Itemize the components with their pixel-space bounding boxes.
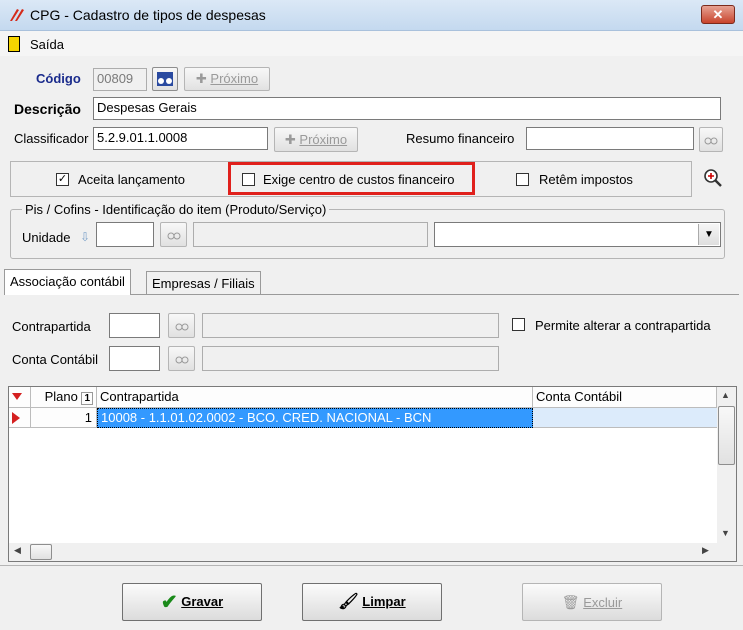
pis-group-title: Pis / Cofins - Identificação do item (Pr… [22, 202, 330, 217]
menu-saida[interactable]: Saída [30, 37, 64, 52]
contrapartida-field[interactable] [109, 313, 160, 338]
scroll-down-icon[interactable]: ▼ [721, 528, 730, 538]
limpar-button[interactable]: 🖌 Limpar [302, 583, 442, 621]
descricao-label: Descrição [14, 101, 81, 117]
binoculars-icon [157, 72, 173, 86]
retem-label: Retêm impostos [539, 172, 633, 187]
retem-checkbox[interactable] [516, 173, 529, 186]
conta-description-field [202, 346, 499, 371]
conta-contabil-field[interactable] [109, 346, 160, 371]
plus-icon: ✚ [284, 132, 296, 147]
column-header-conta-contabil[interactable]: Conta Contábil [533, 387, 717, 408]
resumo-field[interactable] [526, 127, 694, 150]
scroll-right-icon[interactable]: ▶ [702, 545, 709, 556]
proximo-label: Próximo [210, 71, 259, 86]
column-header-plano[interactable]: Plano 1 [31, 387, 97, 408]
plus-icon: ✚ [195, 71, 207, 86]
aceita-label: Aceita lançamento [78, 172, 185, 187]
unidade-field[interactable] [96, 222, 154, 247]
descricao-field[interactable]: Despesas Gerais [93, 97, 721, 120]
cell-contrapartida[interactable]: 10008 - 1.1.01.02.0002 - BCO. CRED. NACI… [97, 408, 533, 428]
binoculars-icon [175, 323, 188, 331]
window-title: CPG - Cadastro de tipos de despesas [30, 7, 266, 23]
horizontal-scrollbar[interactable] [9, 543, 717, 561]
tab-empresas-filiais[interactable]: Empresas / Filiais [146, 271, 261, 294]
contrapartida-label: Contrapartida [12, 319, 91, 334]
conta-contabil-label: Conta Contábil [12, 352, 98, 367]
gravar-button[interactable]: ✔ Gravar [122, 583, 262, 621]
checkmark-icon: ✔ [160, 591, 178, 614]
gravar-label: Gravar [181, 594, 224, 609]
vertical-scroll-thumb[interactable] [718, 406, 735, 465]
exige-label: Exige centro de custos financeiro [263, 172, 455, 187]
exit-door-icon [8, 36, 20, 52]
scrollbar-corner [717, 543, 736, 561]
triangle-right-icon [12, 412, 20, 424]
close-button[interactable]: ✕ [701, 5, 735, 24]
codigo-field[interactable]: 00809 [93, 68, 147, 91]
unidade-label: Unidade [22, 230, 71, 245]
unidade-description-field [193, 222, 428, 247]
classificador-label: Classificador [14, 131, 89, 146]
permite-label: Permite alterar a contrapartida [535, 318, 711, 333]
exige-checkbox[interactable] [242, 173, 255, 186]
chevron-down-icon[interactable]: ▼ [698, 224, 719, 245]
unidade-select[interactable]: ▼ [434, 222, 721, 247]
excluir-label: Excluir [583, 595, 623, 610]
classificador-proximo-button[interactable]: ✚ Próximo [274, 127, 358, 152]
codigo-label: Código [36, 71, 81, 86]
eraser-icon: 🖌 [338, 593, 359, 611]
codigo-proximo-button[interactable]: ✚ Próximo [184, 67, 270, 91]
binoculars-icon [175, 356, 188, 364]
arrow-down-icon: ⇩ [80, 230, 91, 244]
binoculars-icon [704, 137, 718, 145]
resumo-search-button[interactable] [699, 127, 723, 152]
resumo-label: Resumo financeiro [406, 131, 515, 146]
grid-corner [9, 387, 31, 408]
scroll-up-icon[interactable]: ▲ [721, 390, 730, 400]
row-indicator [9, 408, 31, 428]
classificador-field[interactable]: 5.2.9.01.1.0008 [93, 127, 268, 150]
contrapartida-search-button[interactable] [168, 313, 195, 338]
proximo-label: Próximo [299, 132, 348, 147]
codigo-search-button[interactable] [152, 67, 178, 91]
tab-associacao-contabil[interactable]: Associação contábil [4, 269, 131, 295]
cell-plano[interactable]: 1 [31, 408, 97, 428]
zoom-icon[interactable] [703, 168, 723, 188]
column-plano-label: Plano [44, 389, 78, 404]
permite-checkbox[interactable] [512, 318, 525, 331]
horizontal-scroll-thumb[interactable] [30, 544, 52, 560]
menu-bar [0, 31, 743, 56]
sort-indicator: 1 [81, 392, 93, 405]
excluir-button[interactable]: 🗑 Excluir [522, 583, 662, 621]
contrapartida-description-field [202, 313, 499, 338]
unidade-search-button[interactable] [160, 222, 187, 247]
trash-icon: 🗑 [561, 594, 580, 610]
conta-search-button[interactable] [168, 346, 195, 371]
table-row[interactable]: 1 10008 - 1.1.01.02.0002 - BCO. CRED. NA… [9, 408, 717, 428]
cell-conta-contabil[interactable] [533, 408, 717, 428]
triangle-down-icon [12, 393, 22, 400]
aceita-checkbox[interactable]: ✓ [56, 173, 69, 186]
column-header-contrapartida[interactable]: Contrapartida [97, 387, 533, 408]
limpar-label: Limpar [362, 594, 406, 609]
app-logo-icon [8, 8, 24, 22]
binoculars-icon [167, 232, 180, 240]
scroll-left-icon[interactable]: ◀ [14, 545, 21, 556]
